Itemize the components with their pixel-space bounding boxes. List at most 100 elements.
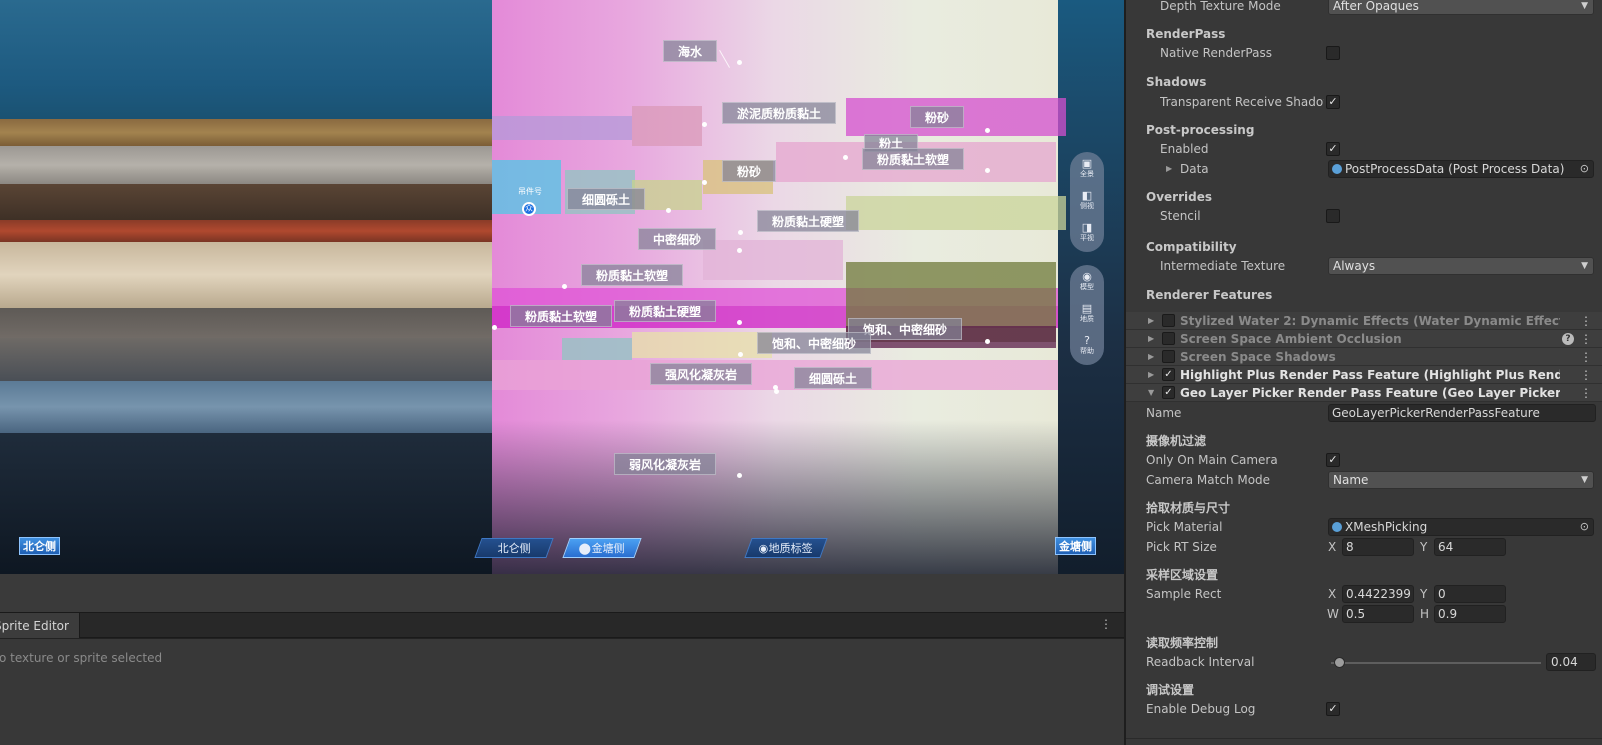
model-button[interactable]: ◉ 模型 [1070, 270, 1104, 298]
object-picker-icon[interactable]: ⊙ [1580, 161, 1589, 177]
overrides-header: Overrides [1146, 190, 1212, 204]
intermediate-texture-label: Intermediate Texture [1160, 259, 1286, 273]
tab-jintang[interactable]: ⬤ 金塘侧 [562, 538, 642, 558]
camera-match-value: Name [1333, 473, 1369, 487]
tab-jintang-label: 金塘侧 [591, 542, 625, 555]
native-renderpass-checkbox[interactable] [1326, 46, 1340, 60]
geo-label-saturated-sand-2[interactable]: 饱和、中密细砂 [757, 332, 872, 354]
axis-y-label: Y [1420, 587, 1428, 601]
geo-label-seawater[interactable]: 海水 [663, 40, 718, 62]
object-picker-icon[interactable]: ⊙ [1580, 519, 1589, 535]
pick-rt-x-input[interactable]: 8 [1342, 538, 1414, 556]
transparent-receive-row: Transparent Receive Shadows ✓ [1126, 92, 1602, 112]
help-icon[interactable]: ? [1562, 333, 1574, 345]
scene-view[interactable]: 吊件号 众 海水 淤泥质粉质黏土 粉砂 粉土 粉质黏土软塑 粉砂 细圆砾土 粉质… [0, 0, 1124, 574]
feature-name-label: Name [1146, 406, 1182, 420]
feature-ssao[interactable]: ▶ Screen Space Ambient Occlusion ? ⋮ [1126, 330, 1602, 348]
feature-menu-icon[interactable]: ⋮ [1580, 312, 1592, 330]
geo-label-soft-clay-2[interactable]: 粉质黏土软塑 [581, 264, 684, 286]
geo-label-medium-dense-sand[interactable]: 中密细砂 [638, 228, 717, 250]
jintang-side-tag[interactable]: 金塘侧 [1055, 537, 1096, 555]
tab-beilun[interactable]: 北仑侧 [474, 538, 554, 558]
help-button[interactable]: ? 帮助 [1070, 334, 1104, 362]
geo-label-hard-clay-1[interactable]: 粉质黏土硬塑 [757, 210, 860, 232]
shadows-header: Shadows [1146, 75, 1207, 89]
leader-dot [738, 352, 743, 357]
fold-arrow-icon[interactable]: ▶ [1166, 159, 1172, 179]
pick-rt-y-input[interactable]: 64 [1434, 538, 1506, 556]
geo-label-silt-sand-2[interactable]: 粉砂 [722, 160, 777, 182]
transparent-receive-checkbox[interactable]: ✓ [1326, 95, 1340, 109]
geo-label-weathered-tuff-strong[interactable]: 强风化凝灰岩 [650, 363, 753, 385]
feature-checkbox[interactable]: ✓ [1162, 368, 1175, 381]
axis-x-label: X [1328, 587, 1337, 601]
soil-layer-dark [0, 184, 492, 220]
readback-slider-track[interactable] [1331, 662, 1541, 664]
geo-label-weathered-tuff-weak[interactable]: 弱风化凝灰岩 [614, 453, 717, 475]
feature-menu-icon[interactable]: ⋮ [1580, 384, 1592, 402]
sample-region-header: 采样区域设置 [1146, 568, 1219, 582]
geo-label-silty-clay-mud[interactable]: 淤泥质粉质黏土 [722, 102, 837, 124]
camera-match-dropdown[interactable]: Name ▼ [1328, 471, 1594, 489]
only-main-camera-row: Only On Main Camera ✓ [1126, 450, 1602, 470]
geo-label-soft-clay-3[interactable]: 粉质黏土软塑 [510, 305, 613, 327]
only-main-camera-checkbox[interactable]: ✓ [1326, 453, 1340, 467]
panorama-view-button[interactable]: ▣ 全景 [1070, 157, 1104, 185]
sample-x-input[interactable]: 0.4422399 [1342, 585, 1414, 603]
pp-enabled-checkbox[interactable]: ✓ [1326, 142, 1340, 156]
feature-screen-space-shadows[interactable]: ▶ Screen Space Shadows ⋮ [1126, 348, 1602, 366]
leader-dot [738, 230, 743, 235]
feature-menu-icon[interactable]: ⋮ [1580, 366, 1592, 384]
axis-h-label: H [1420, 607, 1430, 621]
beilun-side-tag[interactable]: 北仑侧 [19, 537, 60, 555]
fold-arrow-icon[interactable]: ▶ [1148, 366, 1154, 384]
readback-input[interactable]: 0.04 [1546, 653, 1596, 671]
geo-label-hard-clay-2[interactable]: 粉质黏土硬塑 [614, 300, 717, 322]
fold-arrow-icon[interactable]: ▶ [1148, 330, 1154, 348]
sample-h-input[interactable]: 0.9 [1434, 605, 1506, 623]
tab-sprite-editor[interactable]: Sprite Editor [0, 613, 80, 639]
pp-enabled-row: Enabled ✓ [1126, 139, 1602, 159]
feature-menu-icon[interactable]: ⋮ [1580, 330, 1592, 348]
sprite-editor-menu-icon[interactable]: ⋮ [1100, 617, 1112, 631]
sample-w-input[interactable]: 0.5 [1342, 605, 1414, 623]
feature-stylized-water[interactable]: ▶ Stylized Water 2: Dynamic Effects (Wat… [1126, 312, 1602, 330]
pier-marker-pin[interactable]: 众 [522, 202, 536, 216]
readback-slider-knob[interactable] [1334, 657, 1346, 668]
debug-log-checkbox[interactable]: ✓ [1326, 702, 1340, 716]
feature-checkbox[interactable] [1162, 314, 1175, 327]
readback-label: Readback Interval [1146, 655, 1255, 669]
stencil-checkbox[interactable] [1326, 209, 1340, 223]
feature-highlight-plus[interactable]: ▶ ✓ Highlight Plus Render Pass Feature (… [1126, 366, 1602, 384]
feature-checkbox[interactable] [1162, 350, 1175, 363]
depth-texture-dropdown[interactable]: After Opaques ▼ [1328, 0, 1594, 15]
level-view-button[interactable]: ◨ 平视 [1070, 221, 1104, 249]
leader-dot [985, 128, 990, 133]
geo-label-soft-clay-1[interactable]: 粉质黏土软塑 [862, 148, 965, 170]
tab-geo-labels[interactable]: ◉ 地质标签 [744, 538, 828, 558]
feature-checkbox[interactable]: ✓ [1162, 386, 1175, 399]
feature-checkbox[interactable] [1162, 332, 1175, 345]
fold-arrow-icon[interactable]: ▶ [1148, 348, 1154, 366]
pp-data-field[interactable]: PostProcessData (Post Process Data) ⊙ [1328, 160, 1594, 178]
feature-name-input[interactable]: GeoLayerPickerRenderPassFeature [1328, 404, 1596, 422]
side-view-button[interactable]: ◧ 侧视 [1070, 189, 1104, 217]
sample-y-input[interactable]: 0 [1434, 585, 1506, 603]
view-toolbar: ▣ 全景 ◧ 侧视 ◨ 平视 [1070, 152, 1104, 252]
feature-menu-icon[interactable]: ⋮ [1580, 348, 1592, 366]
feature-geo-layer-picker[interactable]: ▼ ✓ Geo Layer Picker Render Pass Feature… [1126, 384, 1602, 402]
geology-button[interactable]: ▤ 地质 [1070, 302, 1104, 330]
geo-label-gravel-1[interactable]: 细圆砾土 [567, 188, 646, 210]
pick-material-field[interactable]: XMeshPicking ⊙ [1328, 518, 1594, 536]
pick-stripe [632, 106, 702, 146]
material-icon [1332, 522, 1342, 532]
intermediate-texture-dropdown[interactable]: Always ▼ [1328, 257, 1594, 275]
feature-name-row: Name GeoLayerPickerRenderPassFeature [1126, 403, 1602, 423]
geo-label-gravel-2[interactable]: 细圆砾土 [794, 367, 873, 389]
pick-material-header: 拾取材质与尺寸 [1146, 501, 1231, 515]
fold-arrow-icon[interactable]: ▼ [1148, 384, 1154, 402]
fold-arrow-icon[interactable]: ▶ [1148, 312, 1154, 330]
geo-label-silt-sand-1[interactable]: 粉砂 [910, 106, 965, 128]
pick-material-row: Pick Material XMeshPicking ⊙ [1126, 517, 1602, 537]
readback-header: 读取频率控制 [1146, 636, 1219, 650]
